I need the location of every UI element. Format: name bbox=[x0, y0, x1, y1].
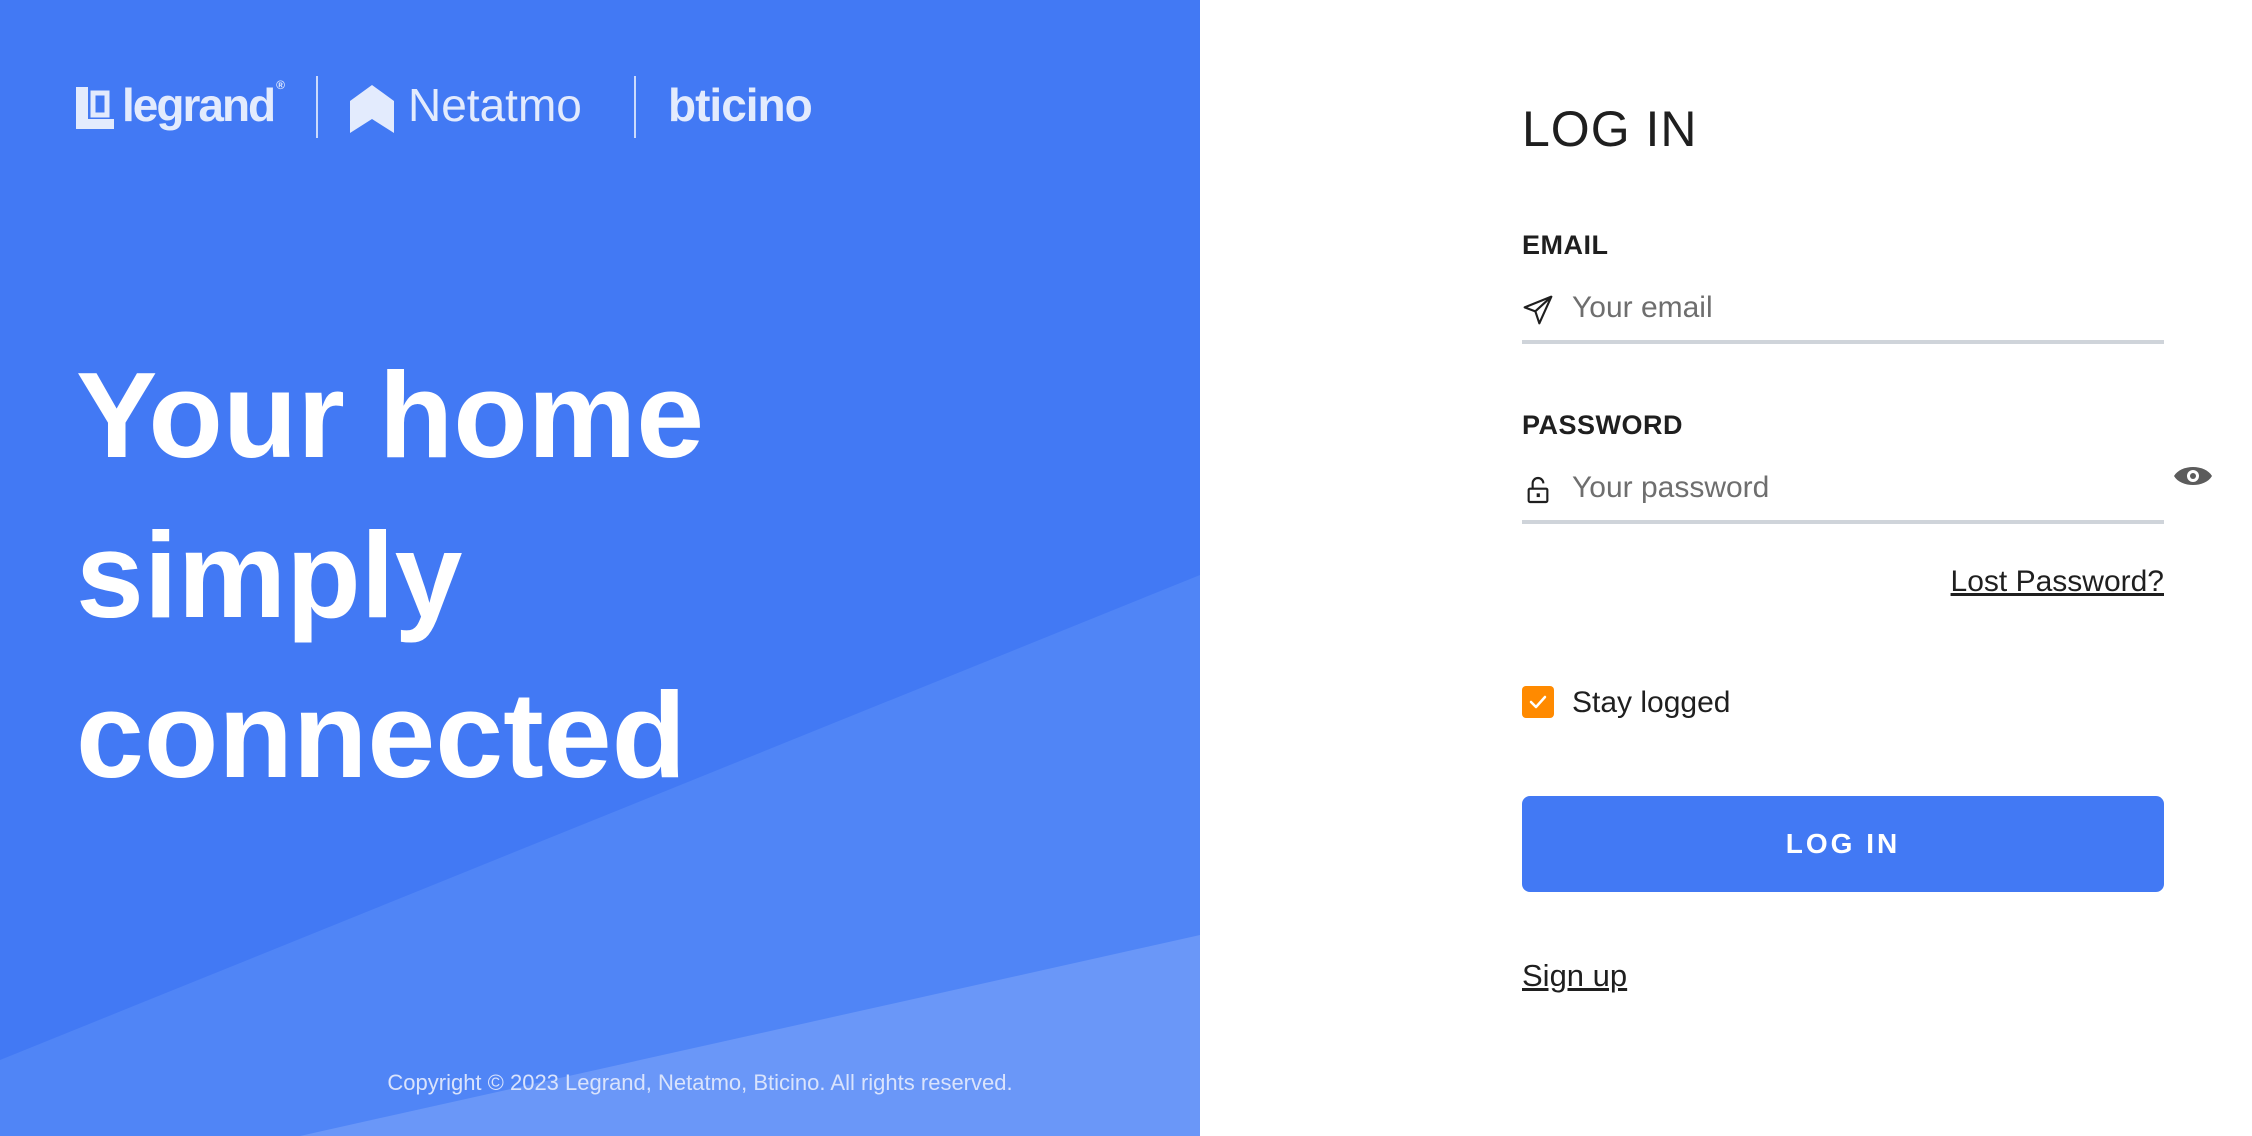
email-input[interactable] bbox=[1572, 284, 2132, 332]
netatmo-wordmark: Netatmo bbox=[408, 79, 582, 131]
check-icon bbox=[1529, 695, 1547, 709]
hero-line: simply bbox=[76, 507, 463, 643]
hero-panel: legrand ® Netatmo bticino Your home simpl… bbox=[0, 0, 1200, 1136]
registered-mark: ® bbox=[276, 78, 285, 92]
signup-link[interactable]: Sign up bbox=[1522, 958, 1627, 994]
password-label: PASSWORD bbox=[1522, 410, 1684, 440]
paper-plane-icon bbox=[1523, 295, 1553, 325]
legrand-wordmark: legrand bbox=[122, 79, 276, 131]
brand-divider bbox=[316, 76, 318, 138]
legrand-mark-icon bbox=[76, 86, 114, 129]
login-button[interactable]: LOG IN bbox=[1522, 796, 2164, 892]
password-input[interactable] bbox=[1572, 464, 2132, 512]
eye-icon[interactable] bbox=[2172, 460, 2214, 492]
brand-divider bbox=[634, 76, 636, 138]
bticino-logo: bticino bbox=[668, 79, 813, 131]
password-field bbox=[1522, 460, 2164, 524]
lock-icon bbox=[1527, 477, 1549, 504]
copyright-text: Copyright © 2023 Legrand, Netatmo, Btici… bbox=[387, 1070, 1013, 1095]
hero-line: Your home bbox=[76, 347, 705, 483]
email-label: EMAIL bbox=[1522, 230, 1609, 260]
stay-logged-label: Stay logged bbox=[1572, 686, 1731, 719]
hero-line: connected bbox=[76, 667, 687, 803]
lost-password-link[interactable]: Lost Password? bbox=[1942, 565, 2164, 599]
stay-logged-checkbox[interactable] bbox=[1522, 686, 1554, 718]
legrand-logo: legrand ® bbox=[76, 78, 285, 132]
netatmo-mark-icon bbox=[350, 84, 394, 133]
hero-headline: Your home simply connected bbox=[76, 335, 704, 815]
login-title: LOG IN bbox=[1522, 101, 1698, 157]
email-field bbox=[1522, 280, 2164, 344]
netatmo-logo: Netatmo bbox=[350, 78, 582, 133]
